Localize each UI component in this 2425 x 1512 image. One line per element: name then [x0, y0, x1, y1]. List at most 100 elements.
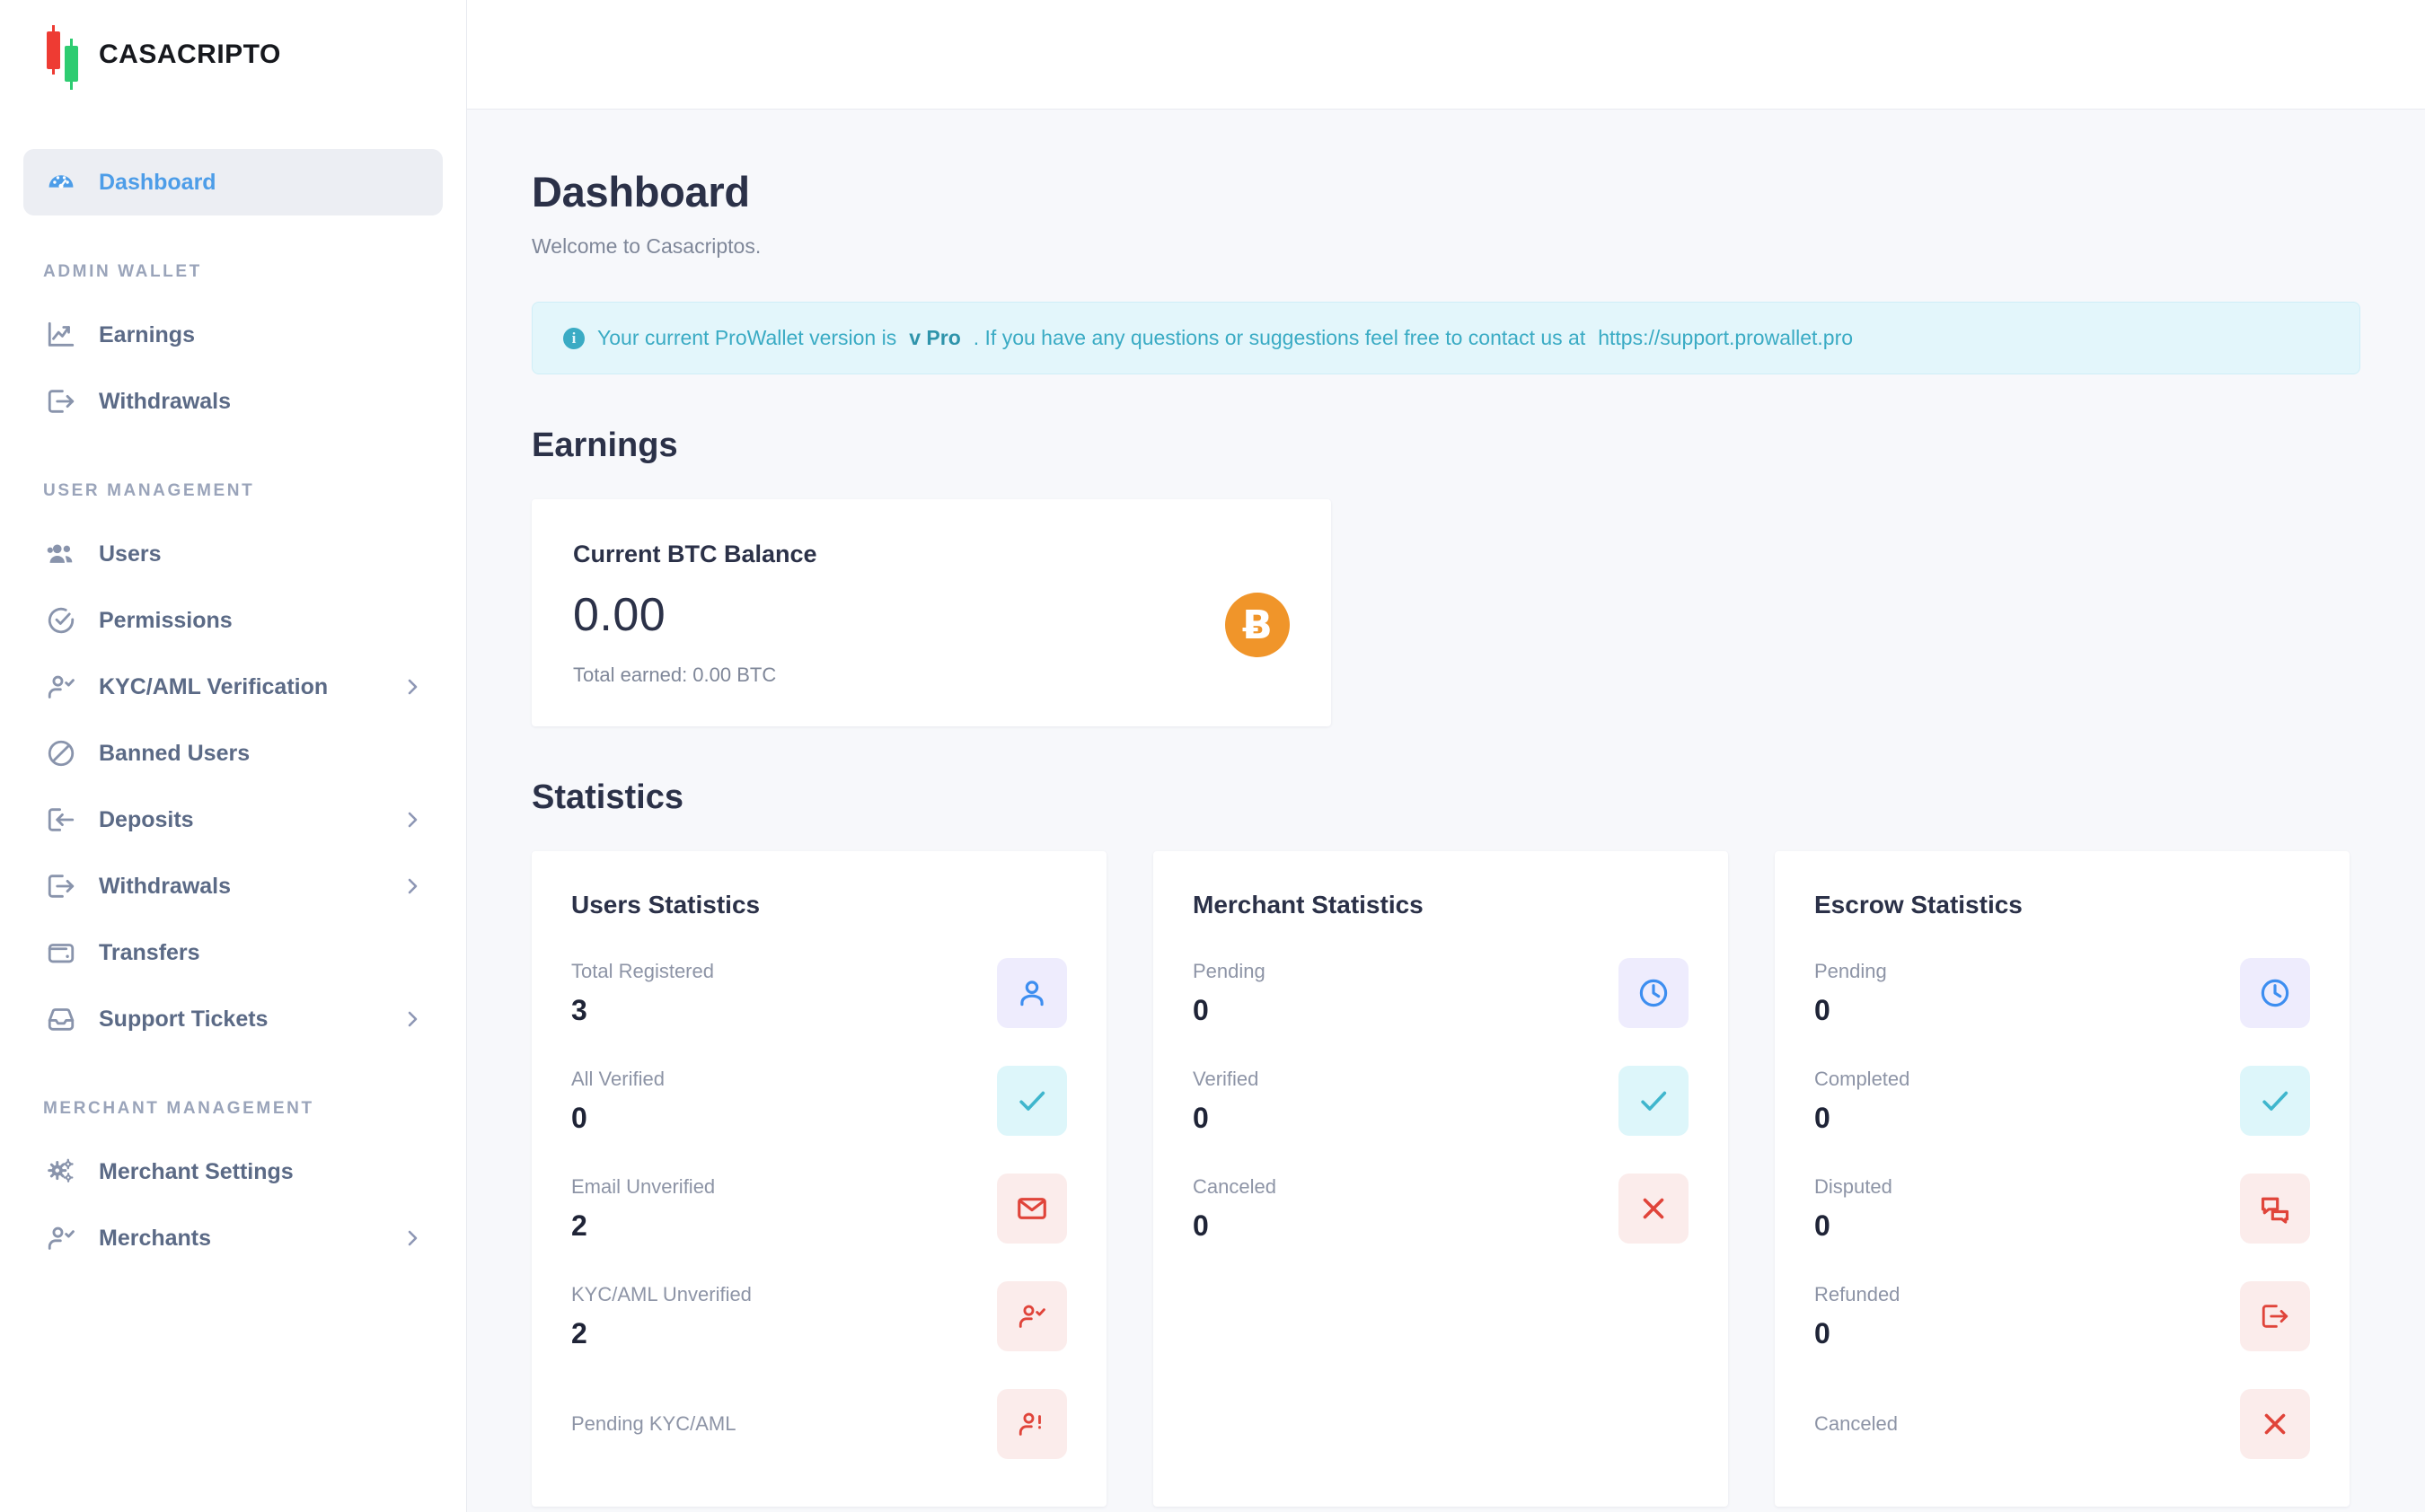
- sidebar-item-label: Banned Users: [99, 740, 251, 766]
- x-icon: [2240, 1389, 2310, 1459]
- ban-icon: [43, 735, 79, 771]
- sidebar-item-merchants[interactable]: Merchants: [23, 1205, 443, 1271]
- sidebar-item-deposits[interactable]: Deposits: [23, 787, 443, 853]
- sidebar-item-withdrawals[interactable]: Withdrawals: [23, 853, 443, 919]
- export-arrow-icon: [43, 383, 79, 419]
- top-bar: [467, 0, 2425, 110]
- sidebar-item-dashboard[interactable]: Dashboard: [23, 149, 443, 215]
- sidebar-item-withdrawals[interactable]: Withdrawals: [23, 368, 443, 435]
- chevron-right-icon[interactable]: [401, 1227, 423, 1249]
- stat-text: Pending 0: [1193, 960, 1265, 1027]
- btc-balance-value: 0.00: [573, 589, 666, 641]
- stat-text: Refunded 0: [1814, 1283, 1900, 1350]
- stat-label: Email Unverified: [571, 1174, 716, 1198]
- stat-text: Disputed 0: [1814, 1175, 1892, 1243]
- sidebar-item-support-tickets[interactable]: Support Tickets: [23, 986, 443, 1052]
- nav-group-title-user-management: USER MANAGEMENT: [43, 481, 255, 500]
- alert-version: v Pro: [909, 326, 961, 349]
- stat-label: Pending: [1193, 959, 1265, 982]
- stat-text: Pending KYC/AML: [571, 1412, 736, 1436]
- stat-row: All Verified 0: [571, 1058, 1067, 1144]
- brand-logo[interactable]: CASACRIPTO: [0, 0, 466, 110]
- person-icon: [997, 958, 1067, 1028]
- sidebar-item-label: Deposits: [99, 806, 194, 832]
- chevron-right-icon[interactable]: [401, 676, 423, 698]
- support-link[interactable]: https://support.prowallet.pro: [1598, 326, 1853, 350]
- bitcoin-icon: Ƀ: [1225, 593, 1290, 657]
- envelope-icon: [997, 1174, 1067, 1244]
- sidebar-nav: Dashboard ADMIN WALLET Earnings Withdrawals…: [0, 110, 466, 1271]
- stat-value: 0: [1814, 1101, 1830, 1134]
- user-alert-icon: [997, 1389, 1067, 1459]
- sidebar-item-label: Permissions: [99, 607, 233, 633]
- stat-row: Verified 0: [1193, 1058, 1689, 1144]
- info-icon: i: [563, 327, 585, 349]
- stat-label: Disputed: [1814, 1174, 1892, 1198]
- stat-text: Pending 0: [1814, 960, 1887, 1027]
- sidebar-item-label: Earnings: [99, 321, 195, 347]
- stat-value: 0: [571, 1101, 587, 1134]
- sidebar-item-kyc-aml-verification[interactable]: KYC/AML Verification: [23, 654, 443, 720]
- nav-group-title-merchant-management: MERCHANT MANAGEMENT: [43, 1099, 314, 1118]
- stat-value: 2: [571, 1209, 587, 1242]
- check-icon: [1618, 1066, 1689, 1136]
- stat-label: Verified: [1193, 1067, 1259, 1090]
- btc-balance-card: Current BTC Balance 0.00 Total earned: 0…: [532, 499, 1331, 726]
- stat-value: 0: [1814, 993, 1830, 1026]
- sidebar-item-earnings[interactable]: Earnings: [23, 302, 443, 368]
- sidebar-item-merchant-settings[interactable]: Merchant Settings: [23, 1138, 443, 1205]
- stat-card-users-statistics: Users Statistics Total Registered 3 All Ver…: [532, 851, 1107, 1507]
- stat-card-title: Merchant Statistics: [1193, 891, 1424, 919]
- dashboard-icon: [43, 164, 79, 200]
- sidebar-item-label: Dashboard: [99, 169, 216, 195]
- sidebar-item-label: Transfers: [99, 939, 200, 965]
- earnings-section-title: Earnings: [532, 426, 678, 464]
- stat-value: 0: [1193, 1209, 1209, 1242]
- check-circle-icon: [43, 602, 79, 638]
- stat-card-title: Escrow Statistics: [1814, 891, 2023, 919]
- main-area: Dashboard Welcome to Casacriptos. i Your…: [467, 0, 2425, 1512]
- stat-label: All Verified: [571, 1067, 665, 1090]
- stat-card-title: Users Statistics: [571, 891, 761, 919]
- stat-text: Canceled 0: [1193, 1175, 1276, 1243]
- stat-row: KYC/AML Unverified 2: [571, 1273, 1067, 1359]
- sidebar-item-label: Withdrawals: [99, 873, 232, 899]
- sidebar: CASACRIPTO Dashboard ADMIN WALLET Earnings…: [0, 0, 467, 1512]
- stat-label: Pending: [1814, 959, 1887, 982]
- stat-text: Email Unverified 2: [571, 1175, 715, 1243]
- chart-line-up-icon: [43, 317, 79, 353]
- stat-label: Pending KYC/AML: [571, 1412, 736, 1435]
- stat-text: Canceled: [1814, 1412, 1898, 1436]
- version-alert: i Your current ProWallet version is v Pr…: [532, 302, 2360, 374]
- chevron-right-icon[interactable]: [401, 1008, 423, 1030]
- sidebar-item-banned-users[interactable]: Banned Users: [23, 720, 443, 787]
- page-content: Dashboard Welcome to Casacriptos. i Your…: [467, 110, 2425, 1512]
- app-root: CASACRIPTO Dashboard ADMIN WALLET Earnings…: [0, 0, 2425, 1512]
- stat-text: Completed 0: [1814, 1068, 1909, 1135]
- import-arrow-icon: [43, 802, 79, 838]
- candlestick-logo-icon: [43, 25, 83, 90]
- chevron-right-icon[interactable]: [401, 809, 423, 831]
- stat-row: Canceled 0: [1193, 1165, 1689, 1252]
- sidebar-item-permissions[interactable]: Permissions: [23, 587, 443, 654]
- earnings-section: Current BTC Balance 0.00 Total earned: 0…: [532, 499, 2360, 726]
- gears-icon: [43, 1154, 79, 1190]
- stat-label: Canceled: [1193, 1174, 1276, 1198]
- users-group-icon: [43, 536, 79, 572]
- x-icon: [1618, 1174, 1689, 1244]
- stat-card-escrow-statistics: Escrow Statistics Pending 0 Completed 0 Dispu…: [1775, 851, 2350, 1507]
- sidebar-item-label: Users: [99, 541, 162, 567]
- sidebar-item-label: Withdrawals: [99, 388, 232, 414]
- sidebar-item-label: KYC/AML Verification: [99, 673, 329, 699]
- sidebar-item-transfers[interactable]: Transfers: [23, 919, 443, 986]
- chevron-right-icon[interactable]: [401, 875, 423, 897]
- stat-row: Completed 0: [1814, 1058, 2310, 1144]
- statistics-grid: Users Statistics Total Registered 3 All Ver…: [532, 851, 2360, 1507]
- brand-name: CASACRIPTO: [99, 40, 281, 69]
- btc-total-earned: Total earned: 0.00 BTC: [573, 664, 777, 686]
- sidebar-item-users[interactable]: Users: [23, 521, 443, 587]
- stat-label: Completed: [1814, 1067, 1910, 1090]
- page-title: Dashboard: [532, 168, 750, 215]
- stat-row: Canceled: [1814, 1381, 2310, 1467]
- user-check-icon: [43, 1220, 79, 1256]
